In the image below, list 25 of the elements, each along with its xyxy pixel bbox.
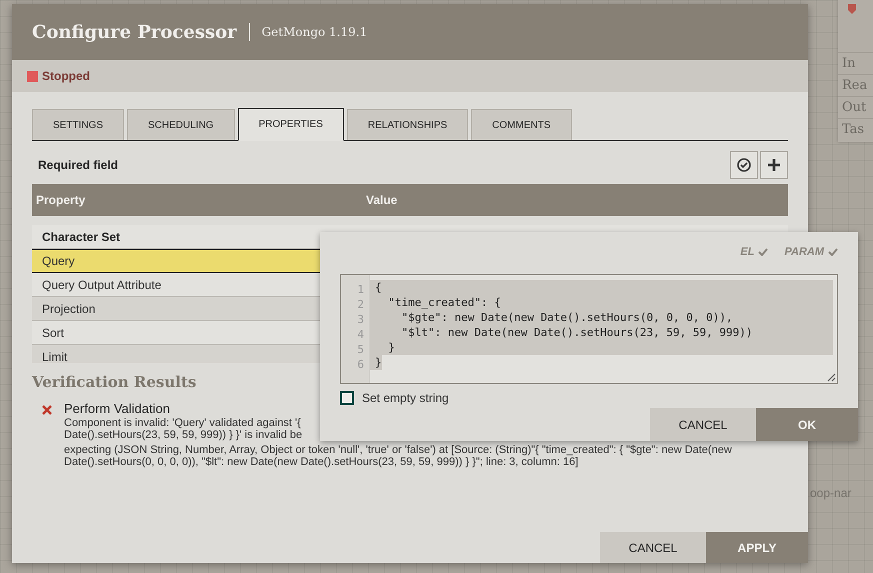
required-field-label: Required field bbox=[37, 158, 118, 172]
validation-title: Perform Validation bbox=[64, 401, 171, 416]
error-message-line: Component is invalid: 'Query' validated against '{ bbox=[64, 417, 301, 429]
stat-label: In bbox=[838, 52, 873, 74]
stat-label: Rea bbox=[838, 74, 873, 96]
line-number: 1 bbox=[356, 282, 365, 297]
flag-label: PARAM bbox=[784, 246, 824, 258]
stat-label: Out bbox=[838, 96, 873, 118]
flag-label: EL bbox=[740, 246, 754, 258]
line-number: 3 bbox=[356, 312, 365, 327]
error-message-line: Date().setHours(23, 59, 59, 999)) } }' is invalid be bbox=[64, 429, 302, 441]
line-number: 5 bbox=[356, 342, 365, 357]
column-header: Property bbox=[35, 193, 86, 207]
line-number: 4 bbox=[356, 327, 365, 342]
line-number: 6 bbox=[356, 357, 365, 372]
line-number: 2 bbox=[356, 297, 365, 312]
dialog-title: Configure Processor bbox=[32, 22, 237, 42]
section-title: Verification Results bbox=[32, 373, 198, 391]
error-message-line: expecting (JSON String, Number, Array, Object or token 'null', 'true' or 'false') at [Source: (String)"{ "time_created": { "$gte": new Date(new bbox=[64, 444, 732, 456]
column-header: Value bbox=[366, 193, 398, 207]
checkbox-label: Set empty string bbox=[362, 391, 449, 405]
processor-type: GetMongo 1.19.1 bbox=[262, 25, 368, 39]
stat-label: Tas bbox=[838, 118, 873, 140]
run-status: Stopped bbox=[42, 69, 90, 83]
error-message-line: Date().setHours(0, 0, 0, 0)), "$lt": new Date(new Date().setHours(23, 59, 59, 999)) } }"; line: 3, column: 16] bbox=[64, 456, 578, 468]
